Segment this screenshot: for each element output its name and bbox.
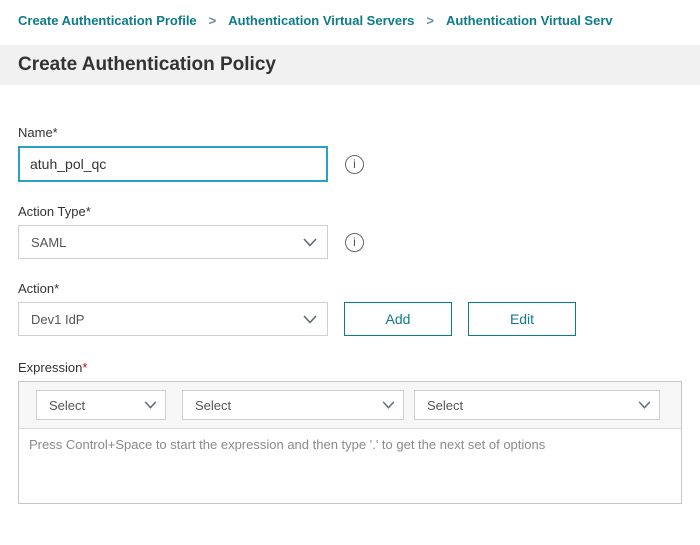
action-select[interactable]: Dev1 IdP — [18, 302, 328, 336]
action-field-group: Action* Dev1 IdP Add Edit — [18, 281, 682, 336]
info-icon[interactable]: i — [345, 233, 364, 252]
action-selected-value: Dev1 IdP — [31, 312, 84, 327]
chevron-down-icon — [144, 401, 157, 409]
required-asterisk: * — [82, 360, 87, 375]
expression-select-1-value: Select — [49, 398, 85, 413]
chevron-down-icon — [303, 238, 317, 247]
expression-input[interactable] — [19, 429, 681, 503]
form-content: Name* i Action Type* SAML i Action* Dev1… — [0, 125, 700, 504]
chevron-down-icon — [303, 315, 317, 324]
chevron-down-icon — [382, 401, 395, 409]
add-button[interactable]: Add — [344, 302, 452, 336]
name-label: Name* — [18, 125, 682, 140]
action-type-selected-value: SAML — [31, 235, 66, 250]
expression-select-1[interactable]: Select — [36, 390, 166, 420]
action-type-label: Action Type* — [18, 204, 682, 219]
breadcrumb: Create Authentication Profile > Authenti… — [0, 0, 700, 45]
expression-field-group: Expression* Select Select Select — [18, 360, 682, 504]
expression-select-3[interactable]: Select — [414, 390, 660, 420]
expression-select-2[interactable]: Select — [182, 390, 404, 420]
action-type-select[interactable]: SAML — [18, 225, 328, 259]
breadcrumb-separator-icon: > — [426, 13, 434, 28]
breadcrumb-item-authentication-virtual-serv[interactable]: Authentication Virtual Serv — [446, 13, 613, 28]
action-type-field-group: Action Type* SAML i — [18, 204, 682, 259]
expression-select-3-value: Select — [427, 398, 463, 413]
expression-label: Expression* — [18, 360, 682, 375]
expression-toolbar: Select Select Select — [19, 382, 681, 429]
page-header: Create Authentication Policy — [0, 45, 700, 85]
edit-button[interactable]: Edit — [468, 302, 576, 336]
action-label: Action* — [18, 281, 682, 296]
expression-editor: Select Select Select — [18, 381, 682, 504]
name-field-group: Name* i — [18, 125, 682, 182]
chevron-down-icon — [638, 401, 651, 409]
breadcrumb-separator-icon: > — [209, 13, 217, 28]
name-input[interactable] — [18, 146, 328, 182]
page-title: Create Authentication Policy — [18, 54, 276, 76]
breadcrumb-item-authentication-virtual-servers[interactable]: Authentication Virtual Servers — [228, 13, 414, 28]
expression-select-2-value: Select — [195, 398, 231, 413]
info-icon[interactable]: i — [345, 155, 364, 174]
breadcrumb-item-create-authentication-profile[interactable]: Create Authentication Profile — [18, 13, 197, 28]
